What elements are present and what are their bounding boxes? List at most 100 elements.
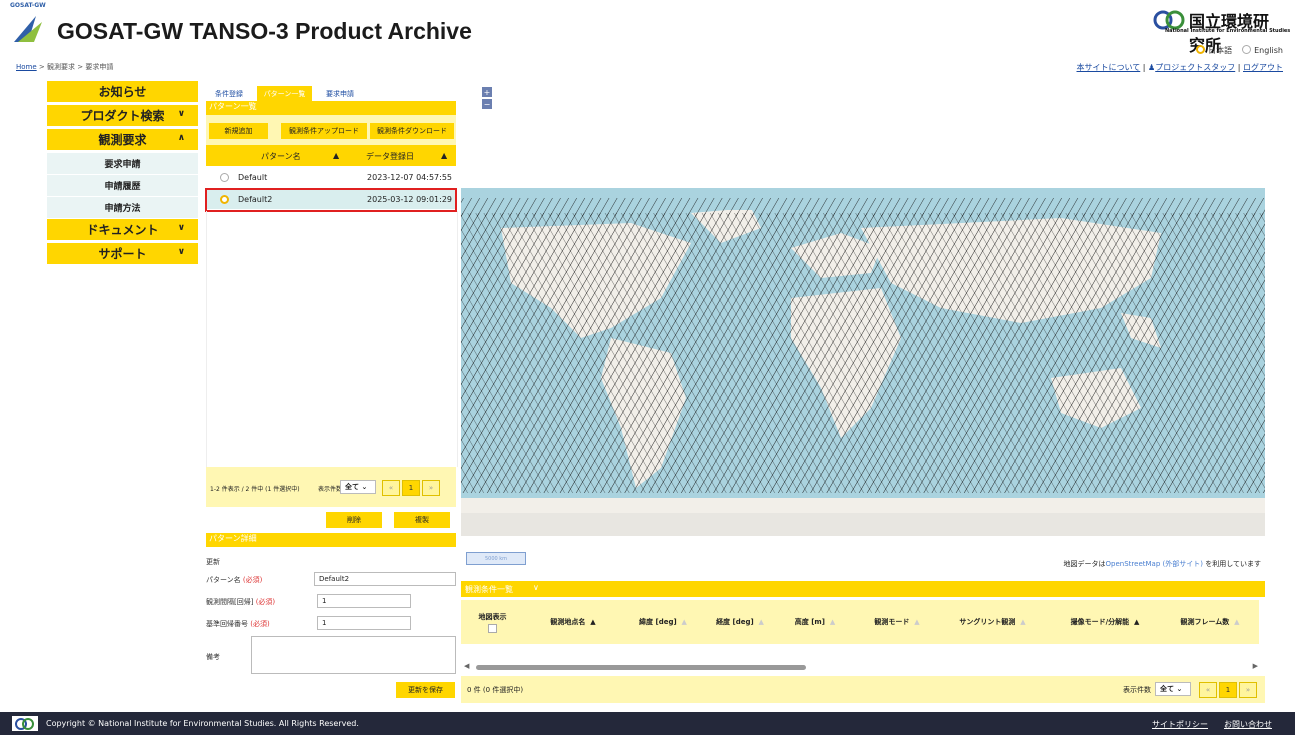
- nav-label: 要求申請: [104, 160, 141, 170]
- column-latitude[interactable]: 緯度 [deg] ▲: [628, 600, 698, 644]
- column-imaging-mode[interactable]: 撮像モード/分解能 ▲: [1055, 600, 1155, 644]
- save-button[interactable]: 更新を保存: [396, 682, 455, 698]
- table-row[interactable]: Default 2023-12-07 04:57:55: [206, 167, 456, 187]
- breadcrumb-home[interactable]: Home: [16, 63, 37, 71]
- copy-button[interactable]: 複製: [394, 512, 450, 528]
- ref-number-field[interactable]: 1: [317, 616, 411, 630]
- obs-table-title-bar[interactable]: 観測条件一覧 ∨: [461, 581, 1265, 597]
- per-page-select[interactable]: 全て ⌄: [340, 480, 376, 494]
- staff-link[interactable]: プロジェクトスタッフ: [1155, 63, 1235, 72]
- note-textarea[interactable]: [251, 636, 456, 674]
- column-site-name[interactable]: 観測地点名 ▲: [538, 600, 608, 644]
- prev-page-button[interactable]: «: [1199, 682, 1217, 698]
- map-canvas[interactable]: [461, 188, 1265, 536]
- site-policy-link[interactable]: サイトポリシー: [1152, 719, 1208, 730]
- per-page-label: 表示件数: [318, 486, 343, 493]
- column-obs-mode[interactable]: 観測モード ▲: [862, 600, 932, 644]
- nav-label: 観測要求: [98, 133, 147, 147]
- page-button[interactable]: 1: [1219, 682, 1237, 698]
- nav-product-search[interactable]: プロダクト検索 ∨: [47, 105, 198, 126]
- breadcrumb-current: 要求申請: [85, 63, 114, 71]
- nav-observation-request[interactable]: 観測要求 ∧: [47, 129, 198, 150]
- column-label: 経度 [deg]: [716, 618, 754, 626]
- per-page-value: 全て: [1160, 685, 1174, 693]
- scroll-left-icon[interactable]: ◀: [464, 662, 469, 670]
- new-pattern-button[interactable]: 新規追加: [209, 123, 268, 139]
- radio-selected-icon: [1196, 45, 1206, 54]
- nies-logo[interactable]: 国立環境研究所 National Institute for Environme…: [1153, 6, 1290, 55]
- sort-icon[interactable]: ▲: [333, 151, 339, 160]
- contact-link[interactable]: お問い合わせ: [1224, 719, 1272, 730]
- chevron-down-icon: ⌄: [361, 483, 368, 491]
- chevron-up-icon: ∧: [177, 133, 185, 143]
- pattern-table-header: パターン名 ▲ データ登録日 ▲: [206, 145, 456, 166]
- scroll-right-icon[interactable]: ▶: [1253, 662, 1258, 670]
- label-text: パターン名: [206, 576, 241, 584]
- radio-icon[interactable]: [220, 172, 229, 182]
- sort-icon: ▲: [1234, 618, 1240, 626]
- interval-label: 観測間隔[回帰] (必須): [206, 597, 275, 607]
- column-frame-count[interactable]: 観測フレーム数 ▲: [1165, 600, 1255, 644]
- nav-request-guide[interactable]: 申請方法: [47, 197, 198, 218]
- nav-label: ドキュメント: [86, 223, 159, 237]
- nav-label: サポート: [98, 247, 147, 261]
- map-scale: 5000 km: [466, 552, 526, 565]
- nies-logo-icon: [15, 717, 34, 730]
- copyright: Copyright © National Institute for Envir…: [46, 719, 359, 728]
- download-button[interactable]: 観測条件ダウンロード: [370, 123, 454, 139]
- checkbox-icon[interactable]: [488, 623, 497, 633]
- register-date: 2023-12-07 04:57:55: [367, 172, 452, 182]
- nav-documents[interactable]: ドキュメント ∨: [47, 219, 198, 240]
- chevron-down-icon: ∨: [177, 223, 185, 233]
- pattern-name-field[interactable]: Default2: [314, 572, 456, 586]
- tab-request[interactable]: 要求申請: [320, 86, 360, 101]
- prev-page-button[interactable]: «: [382, 480, 400, 496]
- lang-ja-label: 日本語: [1208, 46, 1233, 55]
- horizontal-scrollbar[interactable]: ◀ ▶: [464, 662, 1264, 671]
- column-longitude[interactable]: 経度 [deg] ▲: [705, 600, 775, 644]
- delete-button[interactable]: 削除: [326, 512, 382, 528]
- nav-request-submit[interactable]: 要求申請: [47, 153, 198, 174]
- footer: Copyright © National Institute for Envir…: [0, 712, 1295, 735]
- logout-link[interactable]: ログアウト: [1243, 63, 1283, 72]
- required-mark: (必須): [242, 576, 263, 584]
- column-altitude[interactable]: 高度 [m] ▲: [785, 600, 845, 644]
- sort-icon[interactable]: ▲: [441, 151, 447, 160]
- nies-footer-logo: [12, 716, 38, 731]
- column-map-display[interactable]: 地図表示: [470, 600, 515, 644]
- sort-icon: ▲: [914, 618, 920, 626]
- world-map[interactable]: [461, 188, 1265, 536]
- sort-icon: ▲: [758, 618, 764, 626]
- sort-icon: ▲: [1020, 618, 1026, 626]
- interval-field[interactable]: 1: [317, 594, 411, 608]
- credit-text: 地図データは: [1063, 560, 1106, 568]
- nav-support[interactable]: サポート ∨: [47, 243, 198, 264]
- upload-button[interactable]: 観測条件アップロード: [281, 123, 367, 139]
- next-page-button[interactable]: »: [422, 480, 440, 496]
- detail-title: パターン詳細: [206, 533, 456, 547]
- note-label: 備考: [206, 653, 220, 661]
- scrollbar-thumb[interactable]: [476, 665, 806, 670]
- per-page-value: 全て: [345, 483, 359, 491]
- zoom-out-button[interactable]: −: [482, 99, 492, 109]
- about-link[interactable]: 本サイトについて: [1077, 63, 1141, 72]
- next-page-button[interactable]: »: [1239, 682, 1257, 698]
- column-label: 観測モード: [874, 618, 910, 626]
- column-register-date[interactable]: データ登録日: [366, 151, 414, 162]
- column-sunglint[interactable]: サングリント観測 ▲: [945, 600, 1040, 644]
- gosat-logo[interactable]: GOSAT-GW: [8, 2, 52, 44]
- column-label: 撮像モード/分解能: [1070, 618, 1130, 626]
- per-page-select[interactable]: 全て ⌄: [1155, 682, 1191, 696]
- nav-news[interactable]: お知らせ: [47, 81, 198, 102]
- zoom-in-button[interactable]: +: [482, 87, 492, 97]
- page-button[interactable]: 1: [402, 480, 420, 496]
- column-pattern-name[interactable]: パターン名: [261, 151, 301, 162]
- lang-en-option[interactable]: English: [1242, 45, 1283, 56]
- nav-request-history[interactable]: 申請履歴: [47, 175, 198, 196]
- lang-ja-option[interactable]: 日本語: [1196, 45, 1232, 56]
- pattern-pager: 1-2 件表示 / 2 件中 (1 件選択中) 表示件数 全て ⌄ « 1 »: [206, 467, 456, 507]
- tab-pattern-list[interactable]: パターン一覧: [257, 86, 312, 101]
- osm-link[interactable]: OpenStreetMap (外部サイト): [1106, 560, 1203, 568]
- column-label: 高度 [m]: [794, 618, 825, 626]
- tab-condition-register[interactable]: 条件登録: [210, 86, 248, 101]
